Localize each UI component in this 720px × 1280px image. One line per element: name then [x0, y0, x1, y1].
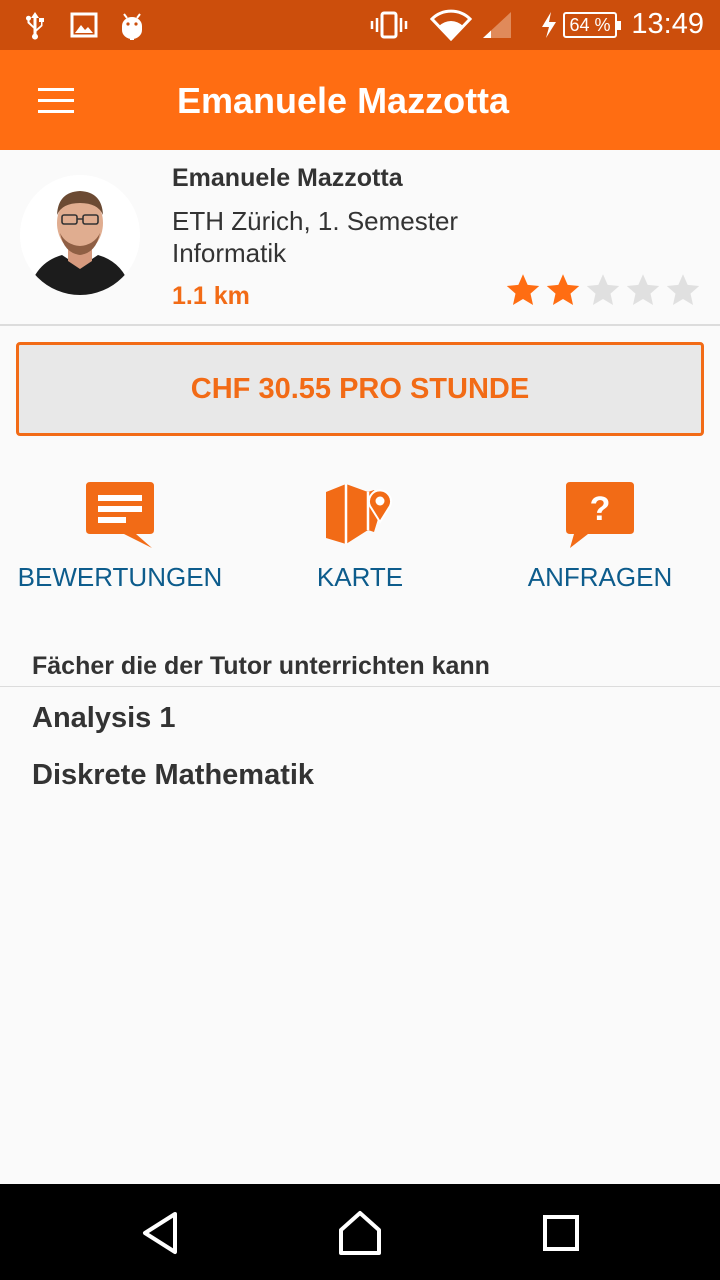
- charging-icon: [540, 10, 558, 40]
- question-icon: ?: [566, 482, 634, 548]
- reviews-icon: [86, 482, 154, 548]
- app-bar: Emanuele Mazzotta: [0, 50, 720, 150]
- reviews-label: BEWERTUNGEN: [17, 562, 223, 592]
- tutor-university: ETH Zürich, 1. Semester: [172, 206, 459, 236]
- android-debug-icon: [118, 10, 146, 40]
- usb-icon: [22, 10, 48, 40]
- map-label: KARTE: [316, 562, 404, 592]
- star-filled-icon: [506, 274, 540, 305]
- star-empty-icon: [586, 274, 620, 305]
- svg-text:?: ?: [590, 490, 611, 528]
- battery-icon: 64 %: [563, 12, 621, 38]
- star-filled-icon: [546, 274, 580, 305]
- wifi-icon: [430, 9, 472, 41]
- reviews-button[interactable]: BEWERTUNGEN: [0, 478, 240, 593]
- tutor-field: Informatik: [172, 238, 287, 268]
- recents-icon[interactable]: [536, 1208, 586, 1258]
- clock: 13:49: [631, 8, 704, 40]
- vibrate-icon: [370, 10, 408, 40]
- subjects-heading: Fächer die der Tutor unterrichten kann: [32, 652, 490, 680]
- map-icon: [326, 484, 392, 544]
- rating-stars: [505, 272, 701, 308]
- avatar: [20, 175, 140, 295]
- star-empty-icon: [666, 274, 700, 305]
- divider: [0, 686, 720, 687]
- tutor-name: Emanuele Mazzotta: [172, 164, 403, 192]
- signal-icon: [481, 10, 513, 40]
- map-button[interactable]: KARTE: [240, 478, 480, 593]
- status-bar: 64 % 13:49: [0, 0, 720, 50]
- request-label: ANFRAGEN: [527, 562, 673, 592]
- tutor-profile-card: Emanuele Mazzotta ETH Zürich, 1. Semeste…: [0, 150, 720, 326]
- navigation-bar: [0, 1184, 720, 1280]
- tutor-distance: 1.1 km: [172, 282, 250, 310]
- star-empty-icon: [626, 274, 660, 305]
- hamburger-menu-icon[interactable]: [28, 78, 84, 122]
- subject-item: Diskrete Mathematik: [32, 759, 315, 791]
- back-icon[interactable]: [135, 1208, 185, 1258]
- request-button[interactable]: ? ANFRAGEN: [480, 478, 720, 593]
- price-button[interactable]: CHF 30.55 PRO STUNDE: [16, 342, 704, 436]
- subject-item: Analysis 1: [32, 702, 176, 734]
- page-title: Emanuele Mazzotta: [177, 80, 510, 121]
- home-icon[interactable]: [335, 1208, 385, 1258]
- image-icon: [70, 10, 98, 40]
